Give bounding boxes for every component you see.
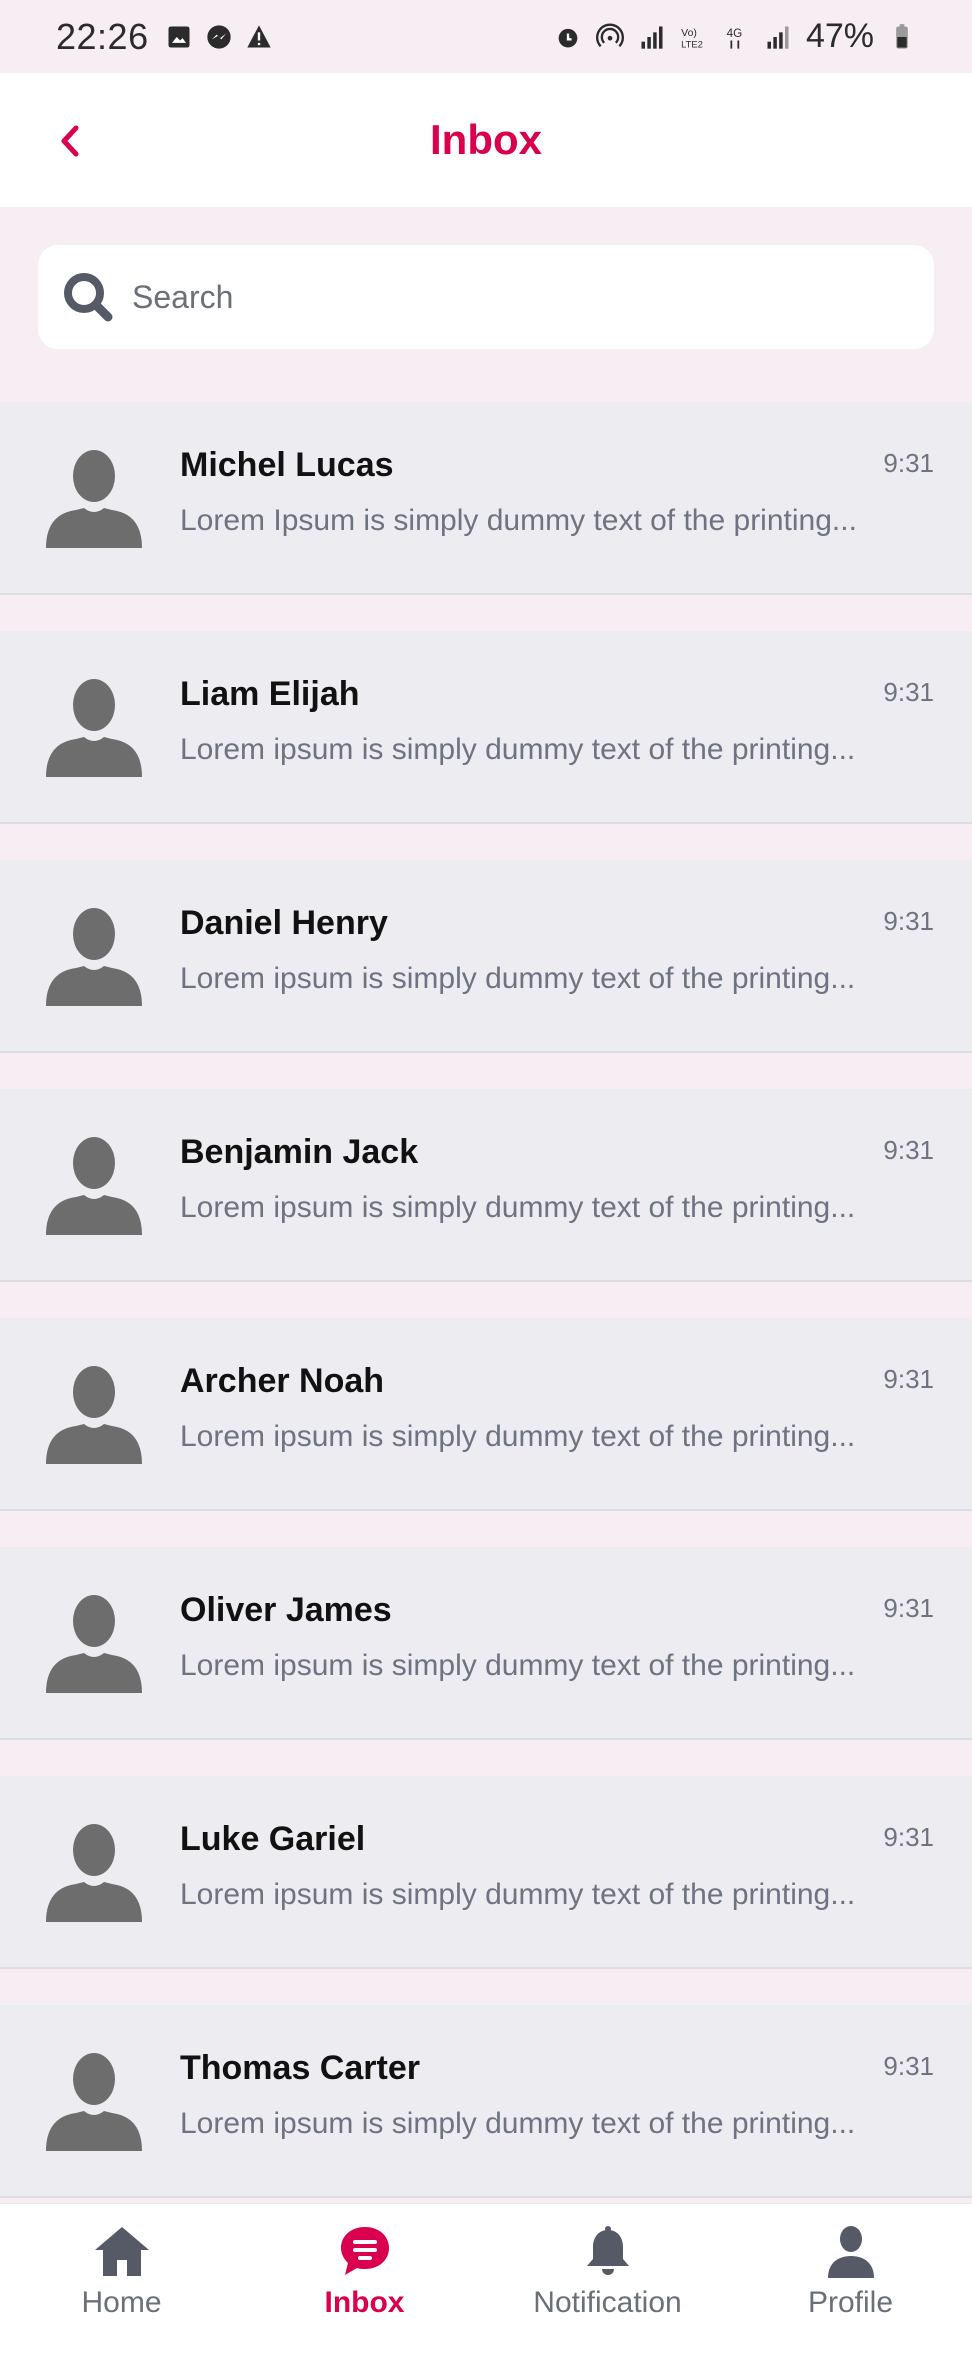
- search-bar[interactable]: [38, 245, 934, 349]
- svg-text:4G: 4G: [727, 27, 743, 40]
- hotspot-icon: [595, 23, 624, 47]
- nav-home[interactable]: Home: [0, 2204, 243, 2363]
- search-icon: [64, 273, 113, 322]
- nav-label: Home: [81, 2286, 162, 2319]
- conversation-row[interactable]: Archer Noah Lorem ipsum is simply dummy …: [0, 1318, 972, 1511]
- avatar-placeholder-icon: [46, 2053, 142, 2151]
- contact-name: Luke Gariel: [180, 1820, 366, 1858]
- message-time: 9:31: [883, 1135, 934, 1165]
- signal-icon: [641, 26, 663, 49]
- avatar-placeholder-icon: [46, 679, 142, 777]
- messenger-icon: [206, 24, 231, 49]
- 4g-icon: 4G: [727, 27, 743, 49]
- contact-name: Archer Noah: [180, 1362, 385, 1400]
- message-time: 9:31: [883, 2051, 934, 2081]
- message-time: 9:31: [883, 1822, 934, 1852]
- gallery-icon: [168, 26, 190, 47]
- avatar-placeholder-icon: [46, 1137, 142, 1235]
- avatar-placeholder-icon: [46, 1824, 142, 1922]
- status-time: 22:26: [56, 15, 149, 57]
- message-preview: Lorem Ipsum is simply dummy text of the …: [180, 504, 857, 537]
- message-preview: Lorem ipsum is simply dummy text of the …: [180, 962, 856, 995]
- search-input[interactable]: [132, 278, 934, 316]
- message-preview: Lorem ipsum is simply dummy text of the …: [180, 2107, 856, 2140]
- header: Inbox: [0, 73, 972, 207]
- conversation-row[interactable]: Oliver James Lorem ipsum is simply dummy…: [0, 1547, 972, 1740]
- conversation-row[interactable]: Daniel Henry Lorem ipsum is simply dummy…: [0, 860, 972, 1053]
- alert-icon: [246, 24, 271, 47]
- message-time: 9:31: [883, 1593, 934, 1623]
- contact-name: Oliver James: [180, 1591, 392, 1629]
- nav-label: Inbox: [324, 2286, 405, 2319]
- volte-icon: Vo)LTE2: [681, 26, 703, 49]
- avatar-placeholder-icon: [46, 908, 142, 1006]
- message-time: 9:31: [883, 677, 934, 707]
- chat-icon: [340, 2227, 389, 2275]
- message-time: 9:31: [883, 1364, 934, 1394]
- page-title: Inbox: [430, 116, 542, 163]
- message-time: 9:31: [883, 448, 934, 478]
- message-time: 9:31: [883, 906, 934, 936]
- message-preview: Lorem ipsum is simply dummy text of the …: [180, 733, 856, 766]
- contact-name: Michel Lucas: [180, 446, 394, 484]
- home-icon: [94, 2227, 149, 2276]
- bell-icon: [586, 2226, 629, 2275]
- svg-text:LTE2: LTE2: [681, 39, 703, 49]
- message-preview: Lorem ipsum is simply dummy text of the …: [180, 1878, 856, 1911]
- bottom-nav: Home Inbox Notification Profile: [0, 2203, 972, 2363]
- battery-icon: [896, 23, 908, 49]
- nav-inbox[interactable]: Inbox: [243, 2204, 486, 2363]
- message-preview: Lorem ipsum is simply dummy text of the …: [180, 1191, 856, 1224]
- avatar-placeholder-icon: [46, 1366, 142, 1464]
- nav-label: Profile: [807, 2286, 894, 2319]
- contact-name: Benjamin Jack: [180, 1133, 419, 1171]
- chevron-left-icon: [61, 125, 79, 157]
- back-button[interactable]: [50, 119, 90, 163]
- signal-icon: [767, 26, 789, 49]
- contact-name: Daniel Henry: [180, 904, 388, 942]
- conversation-row[interactable]: Luke Gariel Lorem ipsum is simply dummy …: [0, 1776, 972, 1969]
- message-preview: Lorem ipsum is simply dummy text of the …: [180, 1649, 856, 1682]
- nav-label: Notification: [533, 2286, 682, 2319]
- conversation-row[interactable]: Thomas Carter Lorem ipsum is simply dumm…: [0, 2005, 972, 2198]
- conversation-row[interactable]: Liam Elijah Lorem ipsum is simply dummy …: [0, 631, 972, 824]
- status-bar: 22:26 Vo) LTE2 4G 47%: [0, 0, 972, 73]
- message-preview: Lorem ipsum is simply dummy text of the …: [180, 1420, 856, 1453]
- avatar-placeholder-icon: [46, 450, 142, 548]
- avatar-placeholder-icon: [46, 1595, 142, 1693]
- conversation-row[interactable]: Benjamin Jack Lorem ipsum is simply dumm…: [0, 1089, 972, 1282]
- battery-percent: 47%: [805, 17, 874, 55]
- nav-profile[interactable]: Profile: [729, 2204, 972, 2363]
- alarm-icon: [558, 28, 578, 47]
- contact-name: Liam Elijah: [180, 675, 360, 713]
- nav-notification[interactable]: Notification: [486, 2204, 729, 2363]
- conversation-row[interactable]: Michel Lucas Lorem Ipsum is simply dummy…: [0, 402, 972, 595]
- contact-name: Thomas Carter: [180, 2049, 420, 2087]
- profile-icon: [827, 2226, 874, 2278]
- svg-text:Vo): Vo): [681, 26, 697, 38]
